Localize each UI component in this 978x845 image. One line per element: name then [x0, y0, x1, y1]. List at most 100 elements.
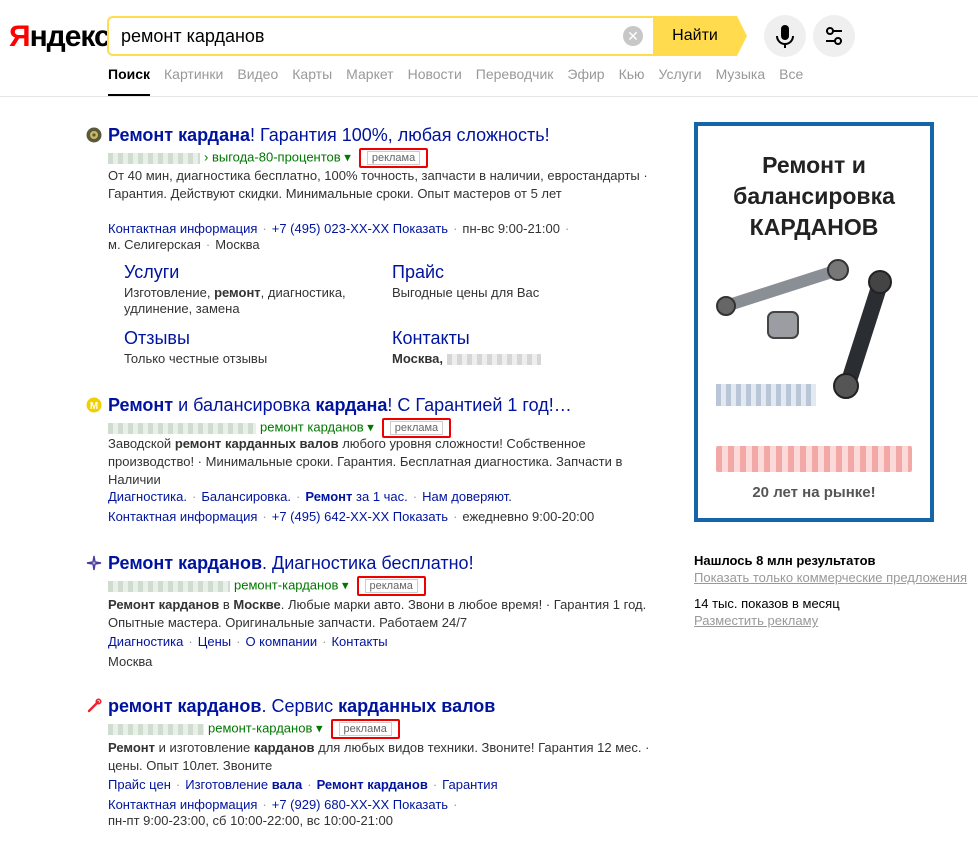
result-title[interactable]: Ремонт кардана! Гарантия 100%, любая сло…: [108, 125, 550, 146]
yandex-logo[interactable]: Яндекс: [9, 20, 111, 54]
result-contacts: Контактная информация · +7 (495) 642-XX-XX…: [108, 509, 595, 524]
metro-text: м. Селигерская: [108, 237, 201, 252]
phone-link[interactable]: +7 (929) 680-XX-XX Показать: [272, 797, 448, 812]
title-highlight: Ремонт кардана: [108, 125, 250, 145]
tab-maps[interactable]: Карты: [292, 66, 332, 94]
url-path: ремонт карданов: [260, 419, 364, 435]
sitelink-desc: Москва,: [392, 351, 652, 367]
ad-label-text: реклама: [366, 151, 421, 165]
result-hours: пн-пт 9:00-23:00, сб 10:00-22:00, вс 10:…: [108, 813, 393, 828]
sitelink-reviews[interactable]: Отзывы Только честные отзывы: [124, 328, 384, 367]
ad-label: реклама: [330, 719, 400, 739]
tab-music[interactable]: Музыка: [716, 66, 766, 94]
hours-text: пн-пт 9:00-23:00, сб 10:00-22:00, вс 10:…: [108, 813, 393, 828]
tab-services[interactable]: Услуги: [659, 66, 702, 94]
tab-search[interactable]: Поиск: [108, 66, 151, 96]
result-title[interactable]: ремонт карданов. Сервис карданных валов: [108, 696, 495, 717]
monthly-shows: 14 тыс. показов в месяц: [694, 596, 840, 611]
search-button[interactable]: Найти: [653, 16, 737, 56]
result-contacts: Контактная информация · +7 (495) 023-XX-XX…: [108, 221, 570, 236]
link-price[interactable]: Прайс цен: [108, 777, 171, 792]
ad-label: реклама: [356, 576, 426, 596]
search-button-arrow: [737, 16, 747, 56]
sitelink-desc: Только честные отзывы: [124, 351, 268, 366]
contact-info-link[interactable]: Контактная информация: [108, 509, 257, 524]
logo-letter: Я: [9, 20, 31, 53]
city-text: Москва: [108, 654, 153, 669]
link-balancing[interactable]: Балансировка.: [201, 489, 291, 504]
site-favicon-icon: [86, 127, 102, 143]
link-manufacture[interactable]: Изготовление вала: [185, 777, 302, 792]
tab-images[interactable]: Картинки: [164, 66, 223, 94]
link-diagnostics[interactable]: Диагностика: [108, 634, 183, 649]
sitelink-title[interactable]: Услуги: [124, 262, 384, 283]
result-url[interactable]: ремонт-карданов ▾ реклама: [108, 719, 400, 739]
tab-q[interactable]: Кью: [619, 66, 645, 94]
result-snippet: Ремонт и изготовление карданов для любых…: [108, 740, 650, 773]
sitelink-title[interactable]: Контакты: [392, 328, 652, 349]
blurred-domain: [108, 152, 200, 164]
cardan-shaft-image: [716, 259, 892, 399]
result-address: м. Селигерская · Москва: [108, 237, 260, 252]
sitelink-price[interactable]: Прайс Выгодные цены для Вас: [392, 262, 652, 301]
side-info: Нашлось 8 млн результатов Показать тольк…: [694, 553, 974, 628]
contact-info-link[interactable]: Контактная информация: [108, 221, 257, 236]
url-path: › выгода-80-процентов: [204, 149, 341, 165]
sitelink-title[interactable]: Отзывы: [124, 328, 384, 349]
result-snippet: Заводской ремонт карданных валов любого …: [108, 436, 623, 487]
result-title[interactable]: Ремонт и балансировка кардана! С Гаранти…: [108, 395, 572, 416]
tab-air[interactable]: Эфир: [567, 66, 604, 94]
result-url[interactable]: ремонт-карданов ▾ реклама: [108, 576, 426, 596]
result-snippet: От 40 мин, диагностика бесплатно, 100% т…: [108, 168, 648, 201]
link-repair[interactable]: Ремонт за 1 час.: [305, 489, 407, 504]
url-path: ремонт-карданов: [208, 720, 313, 736]
contact-info-link[interactable]: Контактная информация: [108, 797, 257, 812]
blurred-phone: [716, 446, 912, 472]
link-contacts[interactable]: Контакты: [331, 634, 387, 649]
link-repair[interactable]: Ремонт карданов: [317, 777, 428, 792]
blurred-domain: [108, 723, 204, 735]
commercial-only-link[interactable]: Показать только коммерческие предложения: [694, 570, 974, 585]
tab-market[interactable]: Маркет: [346, 66, 393, 94]
blurred-logo: [716, 384, 816, 406]
sitelink-title[interactable]: Прайс: [392, 262, 652, 283]
header: Яндекс ремонт карданов ✕ Найти Поиск Кар…: [0, 0, 978, 97]
link-about[interactable]: О компании: [245, 634, 317, 649]
sitelink-contacts[interactable]: Контакты Москва,: [392, 328, 652, 367]
clear-icon[interactable]: ✕: [623, 26, 643, 46]
result-links: Диагностика · Цены · О компании · Контакты: [108, 634, 388, 649]
results-count: Нашлось 8 млн результатов: [694, 553, 876, 568]
tab-all[interactable]: Все: [779, 66, 803, 94]
search-query[interactable]: ремонт карданов: [121, 26, 265, 47]
result-links: Прайс цен · Изготовление вала · Ремонт карда…: [108, 777, 498, 792]
banner-subtitle: 20 лет на рынке!: [752, 484, 876, 501]
blurred-domain: [108, 580, 230, 592]
result-snippet: Ремонт карданов в Москве. Любые марки ав…: [108, 597, 647, 630]
link-prices[interactable]: Цены: [198, 634, 231, 649]
result-url[interactable]: › выгода-80-процентов ▾ реклама: [108, 148, 429, 168]
sitelink-services[interactable]: Услуги Изготовление, ремонт, диагностика…: [124, 262, 384, 317]
hours-text: ежедневно 9:00-20:00: [462, 509, 595, 524]
url-path: ремонт-карданов: [234, 577, 339, 593]
result-links: Диагностика. · Балансировка. · Ремонт за 1 ч…: [108, 489, 512, 504]
phone-link[interactable]: +7 (495) 023-XX-XX Показать: [272, 221, 448, 236]
banner-ad[interactable]: Ремонт и балансировка КАРДАНОВ 20 лет на…: [694, 122, 934, 522]
search-tabs: Поиск Картинки Видео Карты Маркет Новост…: [108, 66, 817, 96]
link-diagnostics[interactable]: Диагностика.: [108, 489, 187, 504]
phone-number: +7 (495) 023-XX-XX: [271, 221, 390, 236]
sitelink-desc: Изготовление, ремонт, диагностика, удлин…: [124, 285, 346, 316]
site-favicon-icon: M: [86, 397, 102, 413]
place-ad-link[interactable]: Разместить рекламу: [694, 613, 974, 628]
result-title[interactable]: Ремонт карданов. Диагностика бесплатно!: [108, 553, 474, 574]
tab-news[interactable]: Новости: [408, 66, 462, 94]
voice-search-button[interactable]: [764, 15, 806, 57]
search-input[interactable]: ремонт карданов ✕: [107, 16, 653, 56]
tab-video[interactable]: Видео: [237, 66, 278, 94]
link-warranty[interactable]: Гарантия: [442, 777, 497, 792]
filters-button[interactable]: [813, 15, 855, 57]
tab-translator[interactable]: Переводчик: [476, 66, 554, 94]
link-trust[interactable]: Нам доверяют.: [422, 489, 512, 504]
logo-text: ндекс: [29, 20, 111, 53]
ad-label: реклама: [358, 148, 429, 168]
phone-link[interactable]: +7 (495) 642-XX-XX Показать: [272, 509, 448, 524]
